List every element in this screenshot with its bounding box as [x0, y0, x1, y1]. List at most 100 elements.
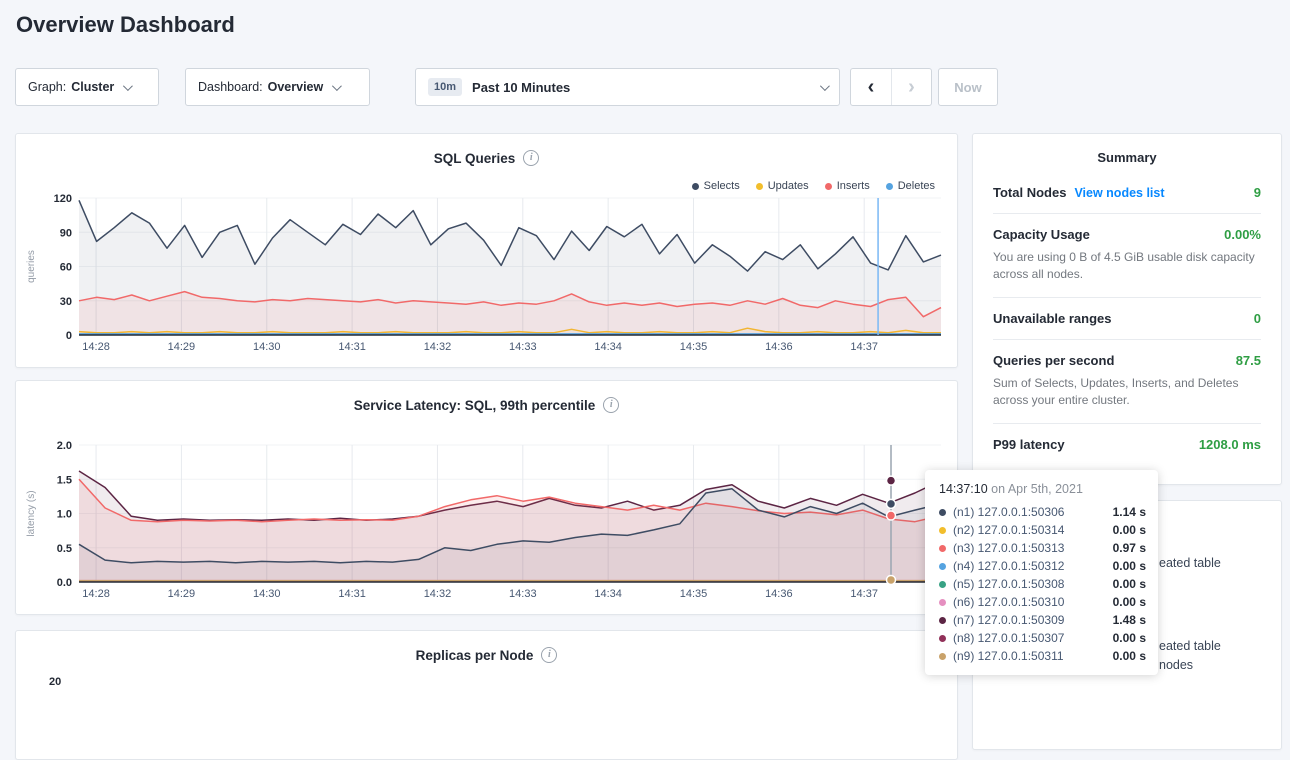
time-nav-group: ‹ › [850, 68, 932, 106]
node-latency-value: 0.00 s [1113, 523, 1146, 537]
time-range-label: Past 10 Minutes [472, 80, 570, 95]
capacity-usage-desc: You are using 0 B of 4.5 GiB usable disk… [993, 249, 1261, 284]
tooltip-node-row: (n4) 127.0.0.1:503120.00 s [937, 557, 1146, 575]
chevron-left-icon: ‹ [868, 76, 875, 99]
page-title: Overview Dashboard [16, 12, 235, 38]
node-address: (n2) 127.0.0.1:50314 [953, 523, 1064, 537]
qps-desc: Sum of Selects, Updates, Inserts, and De… [993, 375, 1261, 410]
service-latency-card: Service Latency: SQL, 99th percentile i … [15, 380, 958, 615]
tooltip-node-row: (n5) 127.0.0.1:503080.00 s [937, 575, 1146, 593]
tooltip-node-row: (n7) 127.0.0.1:50309 1.48 s [937, 611, 1146, 629]
event-text-fragment: eated table [1159, 556, 1221, 570]
tooltip-rows: (n1) 127.0.0.1:50306 1.14 s (n2) 127.0.0.1… [937, 503, 1146, 665]
node-address: (n4) 127.0.0.1:50312 [953, 559, 1064, 573]
capacity-usage-label: Capacity Usage [993, 227, 1090, 242]
svg-text:latency (s): latency (s) [26, 490, 37, 536]
svg-text:14:28: 14:28 [82, 341, 110, 353]
summary-title: Summary [993, 150, 1261, 179]
prev-range-button[interactable]: ‹ [851, 69, 891, 105]
svg-text:1.5: 1.5 [57, 474, 72, 486]
chart-title-row: Replicas per Node i [16, 647, 957, 663]
chevron-down-icon [820, 81, 830, 91]
node-latency-value: 1.48 s [1113, 613, 1146, 627]
svg-text:90: 90 [60, 227, 72, 239]
node-address: (n1) 127.0.0.1:50306 [953, 505, 1064, 519]
now-button[interactable]: Now [938, 68, 998, 106]
node-latency-value: 0.00 s [1113, 577, 1146, 591]
chevron-down-icon [123, 81, 133, 91]
svg-text:30: 30 [60, 296, 72, 308]
summary-section-capacity: Capacity Usage 0.00% You are using 0 B o… [993, 213, 1261, 297]
replicas-title: Replicas per Node [416, 648, 534, 663]
next-range-button[interactable]: › [891, 69, 931, 105]
unavailable-ranges-label: Unavailable ranges [993, 311, 1112, 326]
svg-text:14:32: 14:32 [424, 341, 452, 353]
svg-text:120: 120 [54, 193, 72, 205]
node-latency-value: 0.00 s [1113, 631, 1146, 645]
p99-latency-value: 1208.0 ms [1199, 437, 1261, 452]
node-color-dot [939, 635, 946, 642]
tooltip-node-row: (n8) 127.0.0.1:50307 0.00 s [937, 629, 1146, 647]
summary-card: Summary Total Nodes View nodes list 9 Ca… [972, 133, 1282, 485]
event-text-fragment: eated table [1159, 639, 1221, 653]
tooltip-time: 14:37:10 [939, 482, 988, 496]
svg-text:14:33: 14:33 [509, 341, 537, 353]
graph-dropdown[interactable]: Graph: Cluster [15, 68, 159, 106]
svg-text:14:29: 14:29 [168, 588, 196, 600]
summary-section-unavailable: Unavailable ranges 0 [993, 297, 1261, 339]
svg-text:1.0: 1.0 [57, 509, 72, 521]
node-color-dot [939, 653, 946, 660]
svg-text:14:34: 14:34 [594, 588, 622, 600]
svg-text:14:31: 14:31 [338, 341, 366, 353]
svg-text:14:36: 14:36 [765, 588, 793, 600]
qps-value: 87.5 [1236, 353, 1261, 368]
service-latency-chart[interactable]: 14:2814:2914:3014:3114:3214:3314:3414:35… [16, 381, 957, 616]
time-range-badge: 10m [428, 78, 462, 96]
info-icon[interactable]: i [541, 647, 557, 663]
view-nodes-link[interactable]: View nodes list [1074, 186, 1164, 200]
node-color-dot [939, 599, 946, 606]
svg-text:queries: queries [26, 250, 37, 283]
chevron-down-icon [332, 81, 342, 91]
dashboard-dropdown-label: Dashboard: [198, 80, 263, 94]
node-latency-value: 1.14 s [1113, 505, 1146, 519]
node-color-dot [939, 581, 946, 588]
dashboard-dropdown[interactable]: Dashboard: Overview [185, 68, 370, 106]
node-latency-value: 0.00 s [1113, 649, 1146, 663]
node-color-dot [939, 527, 946, 534]
now-button-label: Now [954, 80, 981, 95]
capacity-usage-value: 0.00% [1224, 227, 1261, 242]
svg-text:14:35: 14:35 [680, 341, 708, 353]
svg-text:14:37: 14:37 [850, 341, 878, 353]
summary-section-total-nodes: Total Nodes View nodes list 9 [993, 179, 1261, 213]
svg-text:14:31: 14:31 [338, 588, 366, 600]
total-nodes-value: 9 [1254, 185, 1261, 200]
time-range-picker[interactable]: 10m Past 10 Minutes [415, 68, 840, 106]
tooltip-node-row: (n9) 127.0.0.1:50311 0.00 s [937, 647, 1146, 665]
svg-text:14:30: 14:30 [253, 341, 281, 353]
node-color-dot [939, 563, 946, 570]
qps-label: Queries per second [993, 353, 1114, 368]
svg-text:0.5: 0.5 [57, 543, 72, 555]
node-address: (n7) 127.0.0.1:50309 [953, 613, 1064, 627]
svg-text:14:37: 14:37 [850, 588, 878, 600]
tooltip-header: 14:37:10 on Apr 5th, 2021 [939, 482, 1146, 496]
svg-text:14:36: 14:36 [765, 341, 793, 353]
unavailable-ranges-value: 0 [1254, 311, 1261, 326]
sql-queries-chart[interactable]: 14:2814:2914:3014:3114:3214:3314:3414:35… [16, 134, 957, 369]
tooltip-node-row: (n3) 127.0.0.1:503130.97 s [937, 539, 1146, 557]
node-address: (n9) 127.0.0.1:50311 [953, 649, 1064, 663]
p99-latency-label: P99 latency [993, 437, 1065, 452]
tooltip-node-row: (n1) 127.0.0.1:50306 1.14 s [937, 503, 1146, 521]
tooltip-node-row: (n6) 127.0.0.1:503100.00 s [937, 593, 1146, 611]
node-address: (n8) 127.0.0.1:50307 [953, 631, 1064, 645]
dashboard-dropdown-value: Overview [268, 80, 324, 94]
replicas-ytick-label: 20 [49, 676, 61, 688]
svg-text:0: 0 [66, 330, 72, 342]
svg-text:14:33: 14:33 [509, 588, 537, 600]
svg-text:14:29: 14:29 [168, 341, 196, 353]
summary-section-qps: Queries per second 87.5 Sum of Selects, … [993, 339, 1261, 423]
graph-dropdown-value: Cluster [71, 80, 114, 94]
tooltip-date: on Apr 5th, 2021 [991, 482, 1083, 496]
node-color-dot [939, 617, 946, 624]
